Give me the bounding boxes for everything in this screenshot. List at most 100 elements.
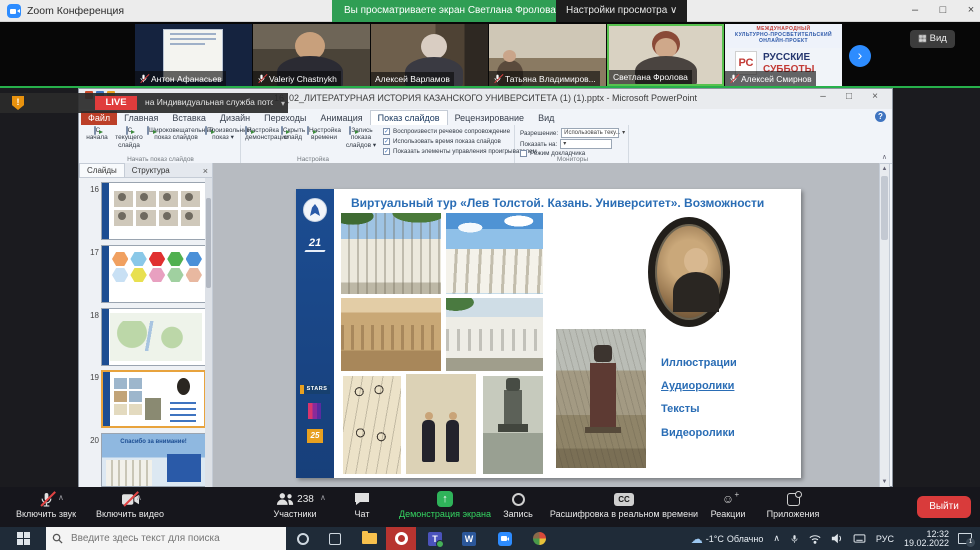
participant-name: Алексей Смирнов	[741, 74, 812, 84]
badge-25: 25	[307, 429, 323, 443]
participant-tile-active-speaker[interactable]: Светлана Фролова	[607, 24, 724, 86]
resolution-dropdown[interactable]: Использовать теку... ▾	[561, 128, 619, 138]
link-videos[interactable]: Видеоролики	[661, 427, 735, 439]
show-media-controls-checkbox[interactable]: ✓Показать элементы управления проигрыват…	[383, 148, 537, 155]
close-button[interactable]: ×	[958, 0, 980, 22]
slide-image-monument-park	[556, 329, 646, 468]
custom-slideshow-button[interactable]: Произвольный показ ▾	[205, 127, 241, 142]
hidden-icons-chevron[interactable]: ∧	[773, 533, 780, 544]
tab-review[interactable]: Рецензирование	[448, 111, 532, 125]
opera-browser-icon[interactable]	[386, 527, 416, 550]
streaming-shield-icon: !	[12, 96, 24, 110]
slide-thumbnail-16[interactable]	[101, 182, 206, 240]
chat-button[interactable]: Чат	[338, 491, 386, 519]
play-narrations-checkbox[interactable]: ✓Воспроизвести речевое сопровождение	[383, 128, 510, 135]
participant-tile[interactable]: Татьяна Владимиров...	[489, 24, 606, 86]
tab-home[interactable]: Главная	[117, 111, 165, 125]
from-beginning-button[interactable]: С начала	[83, 127, 111, 142]
panel-scrollbar[interactable]	[205, 178, 212, 488]
setup-slideshow-button[interactable]: Настройка демонстрации	[245, 127, 279, 142]
slide-thumbnail-19-selected[interactable]	[101, 370, 206, 428]
tray-mic-icon[interactable]	[790, 533, 799, 545]
palette-app-icon[interactable]	[524, 527, 554, 550]
participant-tile[interactable]: МЕЖДУНАРОДНЫЙ КУЛЬТУРНО-ПРОСВЕТИТЕЛЬСКИЙ…	[725, 24, 842, 86]
participants-options-chevron[interactable]: ∧	[320, 493, 326, 502]
zoom-app-icon[interactable]	[490, 527, 520, 550]
checkbox-checked-icon: ✓	[383, 148, 390, 155]
reactions-button[interactable]: ☺ Реакции	[700, 491, 756, 519]
participant-tile[interactable]: Антон Афанасьев	[135, 24, 252, 86]
word-icon[interactable]: W	[454, 527, 484, 550]
notification-center-icon[interactable]: 1	[958, 533, 972, 544]
weather-widget[interactable]: ☁-1°CОблачно	[691, 532, 764, 546]
tab-slides[interactable]: Слайды	[79, 163, 125, 177]
help-icon[interactable]: ?	[875, 111, 886, 122]
record-slideshow-button[interactable]: Запись показа слайдов ▾	[342, 127, 380, 149]
start-button[interactable]	[0, 527, 46, 550]
participant-name: Татьяна Владимиров...	[505, 74, 596, 84]
use-timings-checkbox[interactable]: ✓Использовать время показа слайдов	[383, 138, 501, 145]
leave-meeting-button[interactable]: Выйти	[917, 496, 971, 518]
start-video-button[interactable]: Включить видео	[88, 491, 172, 519]
tab-insert[interactable]: Вставка	[165, 111, 212, 125]
slide-image-cadets-painting	[406, 374, 476, 474]
slide-thumbnail-17[interactable]	[101, 245, 206, 303]
tab-view[interactable]: Вид	[531, 111, 561, 125]
apps-button[interactable]: Приложения	[758, 491, 828, 519]
zoom-conference-window: Zoom Конференция Вы просматриваете экран…	[0, 0, 980, 550]
tab-animations[interactable]: Анимация	[313, 111, 369, 125]
unmute-button[interactable]: Включить звук	[4, 491, 88, 519]
share-screen-button[interactable]: ↑ Демонстрация экрана	[390, 491, 500, 519]
from-current-slide-button[interactable]: С текущего слайда	[112, 127, 146, 149]
tab-file[interactable]: Файл	[81, 111, 117, 125]
rehearse-timings-button[interactable]: Настройка времени	[307, 127, 341, 142]
custom-show-icon	[205, 126, 207, 135]
speaker-icon[interactable]	[831, 533, 843, 544]
mic-options-chevron[interactable]: ∧	[58, 493, 64, 502]
participant-tile[interactable]: Valeriy Chastnykh	[253, 24, 370, 86]
minimize-button[interactable]: –	[902, 0, 928, 22]
language-indicator[interactable]: РУС	[876, 534, 894, 544]
tab-outline[interactable]: Структура	[125, 164, 177, 177]
participant-tile[interactable]: Алексей Варламов	[371, 24, 488, 86]
link-texts[interactable]: Тексты	[661, 403, 700, 415]
video-options-chevron[interactable]: ∧	[136, 493, 142, 502]
broadcast-slideshow-button[interactable]: Широковещательный показ слайдов	[147, 127, 205, 142]
view-button[interactable]: ▦ Вид	[910, 30, 955, 48]
file-explorer-icon[interactable]	[354, 527, 384, 550]
view-settings-dropdown[interactable]: Настройки просмотра ∨	[556, 0, 687, 22]
keyboard-icon[interactable]	[853, 534, 866, 543]
task-view-icon[interactable]	[320, 527, 350, 550]
collapse-ribbon-icon[interactable]: ∧	[882, 153, 887, 161]
muted-mic-icon	[493, 73, 502, 84]
live-transcript-button[interactable]: CC Расшифровка в реальном времени	[548, 491, 700, 519]
tab-slideshow[interactable]: Показ слайдов	[370, 110, 448, 125]
record-button[interactable]: Запись	[490, 491, 546, 519]
hide-slide-button[interactable]: Скрыть слайд	[280, 127, 306, 142]
slide-thumbnail-18[interactable]	[101, 308, 206, 366]
ppt-minimize-button[interactable]: –	[810, 89, 836, 105]
cortana-icon[interactable]	[288, 527, 318, 550]
maximize-button[interactable]: □	[930, 0, 956, 22]
next-participants-arrow[interactable]: ›	[849, 45, 871, 67]
tab-transitions[interactable]: Переходы	[257, 111, 313, 125]
participant-video	[421, 34, 447, 59]
link-audio[interactable]: Аудиоролики	[661, 380, 734, 392]
taskbar-search[interactable]	[46, 527, 286, 550]
tab-design[interactable]: Дизайн	[213, 111, 257, 125]
taskbar-clock[interactable]: 12:3219.02.2022	[904, 530, 949, 548]
teams-icon[interactable]: T	[420, 527, 450, 550]
network-icon[interactable]	[809, 534, 821, 544]
search-input[interactable]	[69, 532, 269, 545]
close-panel-icon[interactable]: ×	[203, 166, 208, 176]
live-badge: LIVE	[95, 96, 137, 110]
slide-image-university-facade	[341, 213, 441, 294]
editor-scrollbar[interactable]: ▲ ▼	[879, 163, 890, 488]
show-on-dropdown[interactable]: ▾	[560, 139, 612, 149]
ppt-close-button[interactable]: ×	[862, 89, 888, 105]
link-illustrations[interactable]: Иллюстрации	[661, 357, 737, 369]
broadcast-icon	[147, 126, 149, 135]
ppt-maximize-button[interactable]: □	[836, 89, 862, 105]
slide-thumbnail-20[interactable]: Спасибо за внимание!	[101, 433, 206, 487]
live-dropdown-icon[interactable]: ▾	[281, 99, 285, 108]
